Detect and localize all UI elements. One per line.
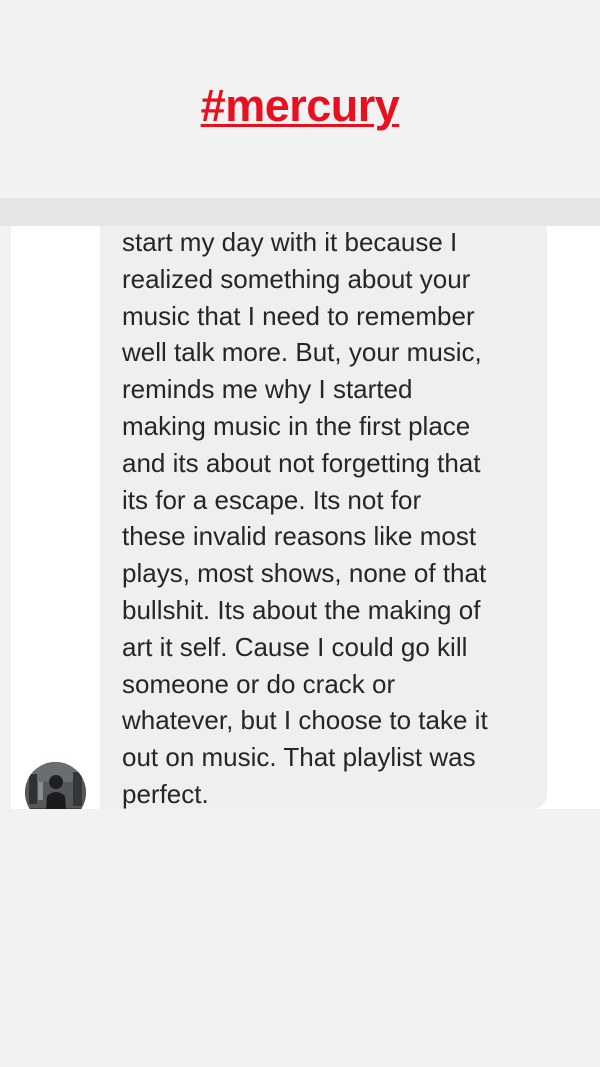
hashtag-sticker[interactable]: #mercury xyxy=(0,78,600,134)
message-text: start my day with it because I realized … xyxy=(122,227,488,809)
screenshot-top-band xyxy=(0,198,600,226)
dm-right-margin xyxy=(549,226,600,809)
story-header: #mercury xyxy=(0,0,600,198)
page-bottom-background xyxy=(0,809,600,1067)
